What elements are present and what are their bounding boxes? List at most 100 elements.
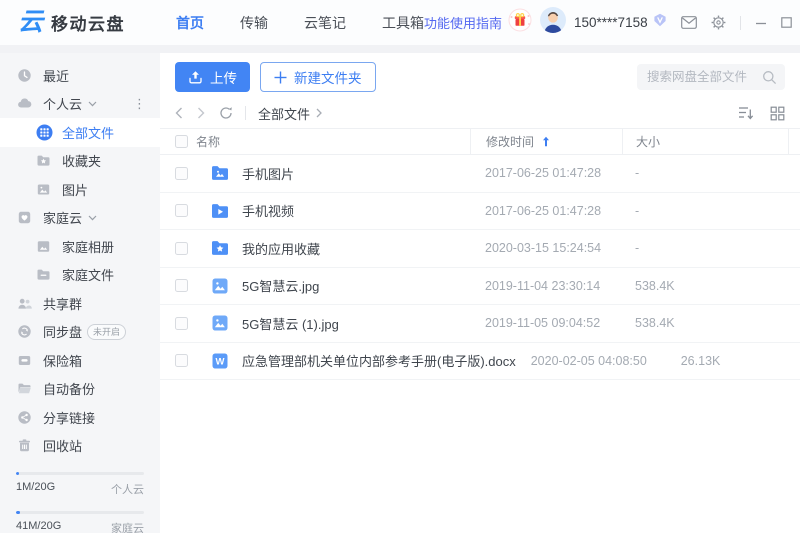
safe-box-icon bbox=[17, 353, 32, 368]
search-icon[interactable] bbox=[762, 70, 777, 85]
row-checkbox[interactable] bbox=[175, 204, 188, 217]
file-name[interactable]: 手机视频 bbox=[242, 201, 294, 220]
gift-icon[interactable] bbox=[508, 8, 532, 37]
word-file-icon: W bbox=[210, 351, 230, 371]
people-icon bbox=[17, 296, 32, 311]
sidebar: 最近 个人云 ⋮ bbox=[0, 45, 160, 533]
file-modified: 2017-06-25 01:47:28 bbox=[470, 166, 622, 180]
search-box[interactable] bbox=[637, 64, 785, 90]
minimize-icon[interactable] bbox=[755, 17, 767, 29]
app-logo: 云 移动云盘 bbox=[0, 10, 146, 35]
svg-text:W: W bbox=[216, 356, 225, 367]
sidebar-item-favorites[interactable]: 收藏夹 bbox=[0, 147, 160, 176]
personal-storage-fill bbox=[16, 472, 19, 475]
new-folder-button[interactable]: 新建文件夹 bbox=[260, 62, 376, 92]
file-size: 26.13K bbox=[668, 354, 800, 368]
back-icon[interactable] bbox=[175, 107, 183, 119]
vip-badge-icon[interactable] bbox=[653, 13, 667, 32]
family-storage-fill bbox=[16, 511, 20, 514]
breadcrumb-current-label[interactable]: 全部文件 bbox=[258, 104, 310, 123]
row-checkbox[interactable] bbox=[175, 279, 188, 292]
forward-icon[interactable] bbox=[197, 107, 205, 119]
table-row[interactable]: 5G智慧云 (1).jpg 2019-11-05 09:04:52 538.4K bbox=[160, 305, 800, 343]
tab-notes[interactable]: 云笔记 bbox=[304, 13, 346, 33]
row-checkbox[interactable] bbox=[175, 354, 188, 367]
sort-asc-icon[interactable] bbox=[542, 136, 550, 147]
file-size: - bbox=[622, 166, 789, 180]
open-folder-icon bbox=[17, 381, 32, 396]
table-row[interactable]: 5G智慧云.jpg 2019-11-04 23:30:14 538.4K bbox=[160, 268, 800, 306]
cloud-logo-icon: 云 bbox=[18, 10, 43, 35]
column-header-size[interactable]: 大小 bbox=[636, 133, 660, 150]
grid-view-icon[interactable] bbox=[770, 106, 785, 121]
file-modified: 2020-02-05 04:08:50 bbox=[516, 354, 668, 368]
clock-icon bbox=[17, 68, 32, 83]
upload-icon bbox=[188, 70, 203, 85]
sidebar-item-all-files[interactable]: 全部文件 bbox=[0, 118, 160, 147]
file-name[interactable]: 5G智慧云 (1).jpg bbox=[242, 314, 339, 333]
sidebar-item-family-album[interactable]: 家庭相册 bbox=[0, 232, 160, 261]
upload-button[interactable]: 上传 bbox=[175, 62, 250, 92]
tab-transfer[interactable]: 传输 bbox=[240, 13, 268, 33]
file-size: 538.4K bbox=[622, 279, 789, 293]
sidebar-item-share-links[interactable]: 分享链接 bbox=[0, 403, 160, 432]
sidebar-item-label: 家庭文件 bbox=[62, 265, 114, 284]
sidebar-item-family-files[interactable]: 家庭文件 bbox=[0, 261, 160, 290]
maximize-icon[interactable] bbox=[781, 17, 792, 28]
column-header-modified[interactable]: 修改时间 bbox=[486, 133, 534, 150]
file-size: 538.4K bbox=[622, 316, 789, 330]
sidebar-item-shared-groups[interactable]: 共享群 bbox=[0, 289, 160, 318]
heart-square-icon bbox=[17, 210, 32, 225]
sidebar-item-auto-backup[interactable]: 自动备份 bbox=[0, 375, 160, 404]
settings-gear-icon[interactable] bbox=[711, 15, 726, 30]
main-content: 上传 新建文件夹 bbox=[160, 53, 800, 533]
account-phone[interactable]: 150****7158 bbox=[574, 15, 648, 30]
sync-icon bbox=[17, 324, 32, 339]
sidebar-item-label: 个人云 bbox=[43, 94, 82, 113]
sidebar-item-label: 收藏夹 bbox=[62, 151, 101, 170]
file-name[interactable]: 手机图片 bbox=[242, 164, 294, 183]
file-modified: 2017-06-25 01:47:28 bbox=[470, 204, 622, 218]
table-row[interactable]: 手机视频 2017-06-25 01:47:28 - bbox=[160, 193, 800, 231]
all-files-grid-icon bbox=[36, 124, 53, 141]
select-all-checkbox[interactable] bbox=[175, 135, 188, 148]
tab-toolbox[interactable]: 工具箱 bbox=[382, 13, 424, 33]
sidebar-item-safe-box[interactable]: 保险箱 bbox=[0, 346, 160, 375]
photo-album-icon bbox=[36, 239, 51, 254]
sort-list-icon[interactable] bbox=[738, 106, 754, 120]
row-checkbox[interactable] bbox=[175, 317, 188, 330]
sidebar-item-sync-disk[interactable]: 同步盘 未开启 bbox=[0, 318, 160, 347]
row-checkbox[interactable] bbox=[175, 242, 188, 255]
topbar-shadow-band bbox=[0, 45, 800, 53]
main-nav: 首页 传输 云笔记 工具箱 bbox=[176, 13, 424, 33]
column-header-name[interactable]: 名称 bbox=[196, 133, 220, 150]
breadcrumb[interactable]: 全部文件 bbox=[258, 104, 322, 123]
feature-guide-link[interactable]: 功能使用指南 bbox=[424, 13, 502, 32]
tab-home[interactable]: 首页 bbox=[176, 13, 204, 33]
row-checkbox[interactable] bbox=[175, 167, 188, 180]
more-menu-icon[interactable]: ⋮ bbox=[133, 96, 160, 112]
sidebar-item-label: 家庭云 bbox=[43, 208, 82, 227]
sidebar-item-recent[interactable]: 最近 bbox=[0, 61, 160, 90]
file-name[interactable]: 我的应用收藏 bbox=[242, 239, 320, 258]
sidebar-item-label: 回收站 bbox=[43, 436, 82, 455]
sidebar-item-pictures[interactable]: 图片 bbox=[0, 175, 160, 204]
file-name[interactable]: 5G智慧云.jpg bbox=[242, 276, 319, 295]
table-row[interactable]: 手机图片 2017-06-25 01:47:28 - bbox=[160, 155, 800, 193]
sidebar-item-personal-cloud[interactable]: 个人云 ⋮ bbox=[0, 90, 160, 119]
sidebar-nav: 最近 个人云 ⋮ bbox=[0, 53, 160, 460]
search-input[interactable] bbox=[647, 70, 762, 84]
refresh-icon[interactable] bbox=[219, 106, 233, 120]
sidebar-item-recycle-bin[interactable]: 回收站 bbox=[0, 432, 160, 461]
upload-label: 上传 bbox=[210, 67, 237, 87]
file-modified: 2020-03-15 15:24:54 bbox=[470, 241, 622, 255]
table-row[interactable]: W 应急管理部机关单位内部参考手册(电子版).docx 2020-02-05 0… bbox=[160, 343, 800, 381]
file-name[interactable]: 应急管理部机关单位内部参考手册(电子版).docx bbox=[242, 351, 516, 370]
family-storage-bar bbox=[16, 511, 144, 514]
sidebar-item-family-cloud[interactable]: 家庭云 bbox=[0, 204, 160, 233]
share-icon bbox=[17, 410, 32, 425]
mail-icon[interactable] bbox=[681, 16, 697, 29]
toolbar: 上传 新建文件夹 bbox=[160, 53, 800, 92]
table-row[interactable]: 我的应用收藏 2020-03-15 15:24:54 - bbox=[160, 230, 800, 268]
user-avatar[interactable] bbox=[540, 7, 566, 38]
